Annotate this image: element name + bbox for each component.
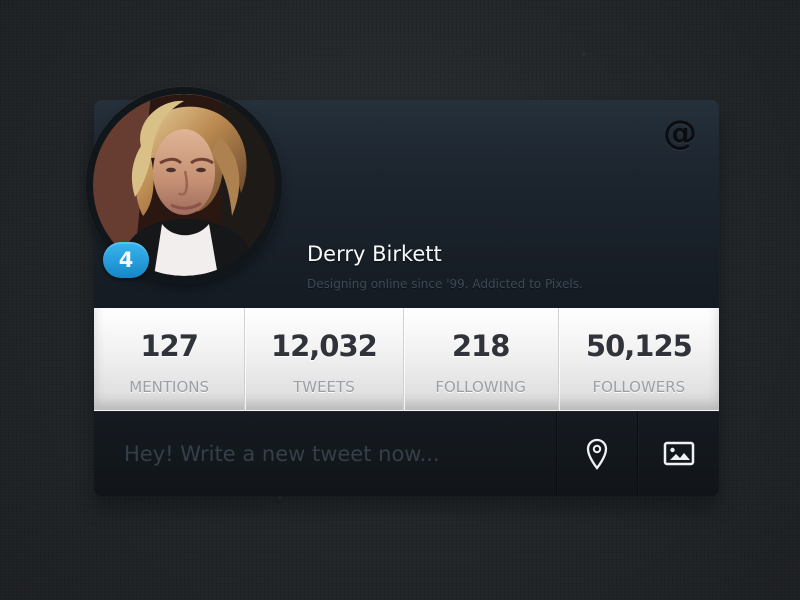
stat-value: 12,032 [270, 329, 378, 363]
stat-followers[interactable]: 50,125 FOLLOWERS [559, 308, 719, 411]
stat-label: MENTIONS [129, 378, 210, 396]
stat-following[interactable]: 218 FOLLOWING [404, 308, 559, 411]
location-pin-icon [586, 438, 608, 470]
at-icon[interactable]: @ [660, 113, 700, 153]
stat-value: 50,125 [585, 329, 693, 363]
profile-card: 4 @ Derry Birkett Designing online since… [86, 87, 719, 496]
location-button[interactable] [555, 411, 638, 496]
stat-label: FOLLOWING [435, 378, 526, 396]
image-button[interactable] [637, 411, 719, 496]
stat-label: FOLLOWERS [592, 378, 686, 396]
profile-bio: Designing online since '99. Addicted to … [307, 277, 583, 291]
avatar[interactable]: 4 [86, 87, 282, 283]
tweet-composer [94, 411, 719, 496]
notification-badge[interactable]: 4 [103, 242, 149, 278]
image-icon [663, 441, 694, 466]
stat-value: 218 [451, 329, 511, 363]
tweet-input[interactable] [94, 411, 556, 496]
stat-label: TWEETS [293, 378, 355, 396]
stat-value: 127 [140, 329, 199, 363]
profile-stats: 127 MENTIONS 12,032 TWEETS 218 FOLLOWING… [94, 308, 719, 411]
stat-mentions[interactable]: 127 MENTIONS [94, 308, 246, 411]
profile-name: Derry Birkett [307, 242, 442, 267]
stat-tweets[interactable]: 12,032 TWEETS [245, 308, 404, 411]
profile-header: 4 @ Derry Birkett Designing online since… [86, 87, 719, 308]
